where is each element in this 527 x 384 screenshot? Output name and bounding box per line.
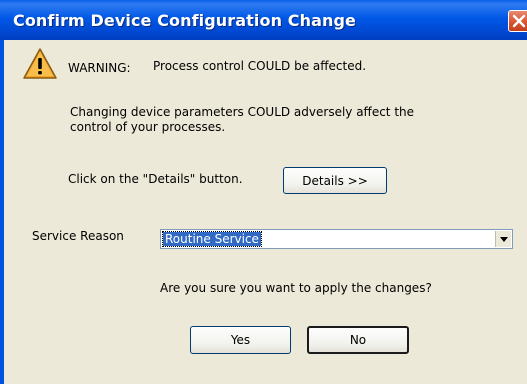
- window-border: [0, 40, 4, 384]
- details-button-label: Details >>: [302, 174, 368, 188]
- message-line-2: control of your processes.: [70, 120, 226, 134]
- close-button[interactable]: [508, 10, 527, 32]
- no-button[interactable]: No: [307, 326, 409, 354]
- details-button[interactable]: Details >>: [283, 167, 387, 194]
- yes-button[interactable]: Yes: [190, 326, 291, 354]
- yes-button-label: Yes: [230, 333, 251, 347]
- details-hint: Click on the "Details" button.: [68, 172, 243, 186]
- message-line-1: Changing device parameters COULD adverse…: [70, 105, 415, 119]
- service-reason-select[interactable]: Routine Service: [160, 229, 513, 249]
- dialog-title: Confirm Device Configuration Change: [13, 11, 356, 30]
- no-button-label: No: [349, 333, 367, 347]
- service-reason-label: Service Reason: [32, 229, 124, 243]
- dropdown-button[interactable]: [495, 231, 511, 247]
- warning-triangle-icon: [23, 48, 57, 79]
- service-reason-value: Routine Service: [162, 231, 262, 247]
- warning-text: Process control COULD be affected.: [153, 59, 367, 73]
- warning-label: WARNING:: [68, 61, 131, 75]
- title-bar[interactable]: Confirm Device Configuration Change: [0, 0, 527, 40]
- close-icon: [512, 14, 526, 28]
- confirm-question: Are you sure you want to apply the chang…: [160, 281, 432, 295]
- chevron-down-icon: [500, 237, 508, 242]
